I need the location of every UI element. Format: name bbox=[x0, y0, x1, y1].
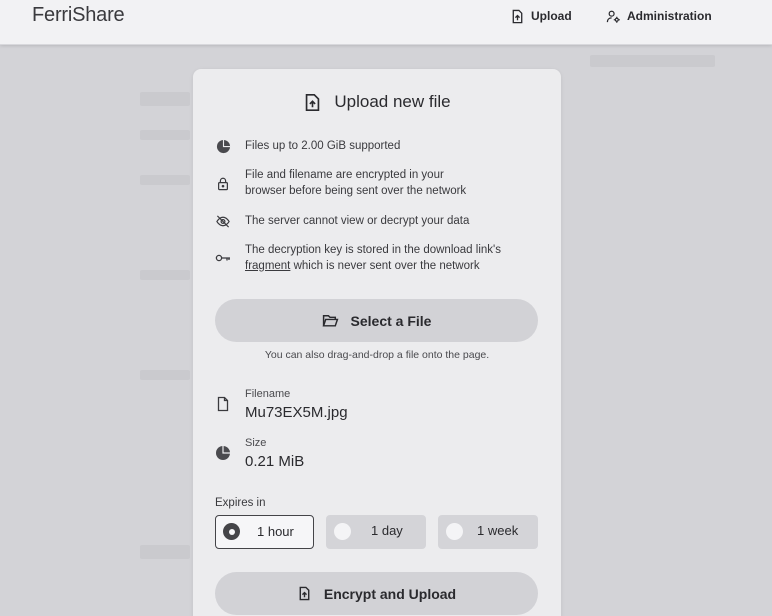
filename-value: Mu73EX5M.jpg bbox=[245, 404, 348, 421]
feature-text-line1: File and filename are encrypted in your bbox=[245, 169, 444, 181]
feature-encryption: File and filename are encrypted in your … bbox=[215, 167, 466, 199]
drag-drop-hint: You can also drag-and-drop a file onto t… bbox=[264, 349, 490, 361]
size-info: Size 0.21 MiB bbox=[215, 436, 304, 472]
select-file-label: Select a File bbox=[350, 312, 432, 329]
expiry-option-label: 1 hour bbox=[257, 524, 294, 539]
expires-label: Expires in bbox=[215, 497, 266, 509]
user-settings-icon bbox=[606, 10, 620, 23]
nav-upload-label: Upload bbox=[531, 9, 572, 23]
card-title-text: Upload new file bbox=[334, 92, 451, 111]
lock-icon bbox=[215, 175, 231, 191]
key-icon bbox=[215, 250, 231, 266]
nav-upload-link[interactable]: Upload bbox=[510, 7, 572, 25]
card-title: Upload new file bbox=[193, 92, 561, 112]
expiry-option-label: 1 week bbox=[477, 523, 519, 538]
expiry-option-1-week[interactable]: 1 week bbox=[438, 515, 538, 549]
filename-info: Filename Mu73EX5M.jpg bbox=[215, 387, 348, 423]
feature-decryption-key: The decryption key is stored in the down… bbox=[215, 242, 501, 274]
feature-text-line2: browser before being sent over the netwo… bbox=[245, 185, 467, 197]
brand-logo[interactable]: FerriShare bbox=[32, 4, 125, 27]
feature-text-line2: which is never sent over the network bbox=[290, 260, 480, 272]
expiry-option-label: 1 day bbox=[371, 523, 403, 538]
nav-administration-link[interactable]: Administration bbox=[606, 7, 712, 25]
fragment-link[interactable]: fragment bbox=[245, 260, 290, 272]
pie-chart-icon bbox=[216, 446, 230, 460]
file-upload-icon bbox=[306, 93, 320, 111]
feature-text: Files up to 2.00 GiB supported bbox=[245, 140, 401, 152]
expiry-option-1-hour[interactable]: 1 hour bbox=[215, 515, 314, 549]
eye-off-icon bbox=[215, 213, 231, 229]
feature-size-limit: Files up to 2.00 GiB supported bbox=[215, 138, 400, 154]
feature-text-line1: The decryption key is stored in the down… bbox=[245, 244, 501, 256]
top-navigation-bar: FerriShare Upload Administration bbox=[0, 0, 772, 45]
pie-chart-icon bbox=[215, 138, 231, 154]
radio-selected-icon bbox=[223, 523, 240, 540]
feature-server-privacy: The server cannot view or decrypt your d… bbox=[215, 213, 469, 229]
expiry-option-1-day[interactable]: 1 day bbox=[326, 515, 426, 549]
file-upload-icon bbox=[512, 9, 523, 23]
upload-card: Upload new file Files up to 2.00 GiB sup… bbox=[193, 69, 561, 616]
radio-unselected-icon bbox=[446, 523, 463, 540]
file-icon bbox=[217, 396, 229, 412]
select-file-button[interactable]: Select a File bbox=[215, 299, 538, 342]
radio-unselected-icon bbox=[334, 523, 351, 540]
folder-open-icon bbox=[322, 314, 338, 327]
filename-label: Filename bbox=[245, 388, 291, 400]
encrypt-and-upload-button[interactable]: Encrypt and Upload bbox=[215, 572, 538, 615]
feature-text: The server cannot view or decrypt your d… bbox=[245, 215, 470, 227]
nav-administration-label: Administration bbox=[627, 9, 712, 23]
size-label: Size bbox=[245, 437, 267, 449]
size-value: 0.21 MiB bbox=[245, 453, 305, 470]
encrypt-and-upload-label: Encrypt and Upload bbox=[323, 585, 457, 602]
file-upload-icon bbox=[299, 586, 310, 601]
